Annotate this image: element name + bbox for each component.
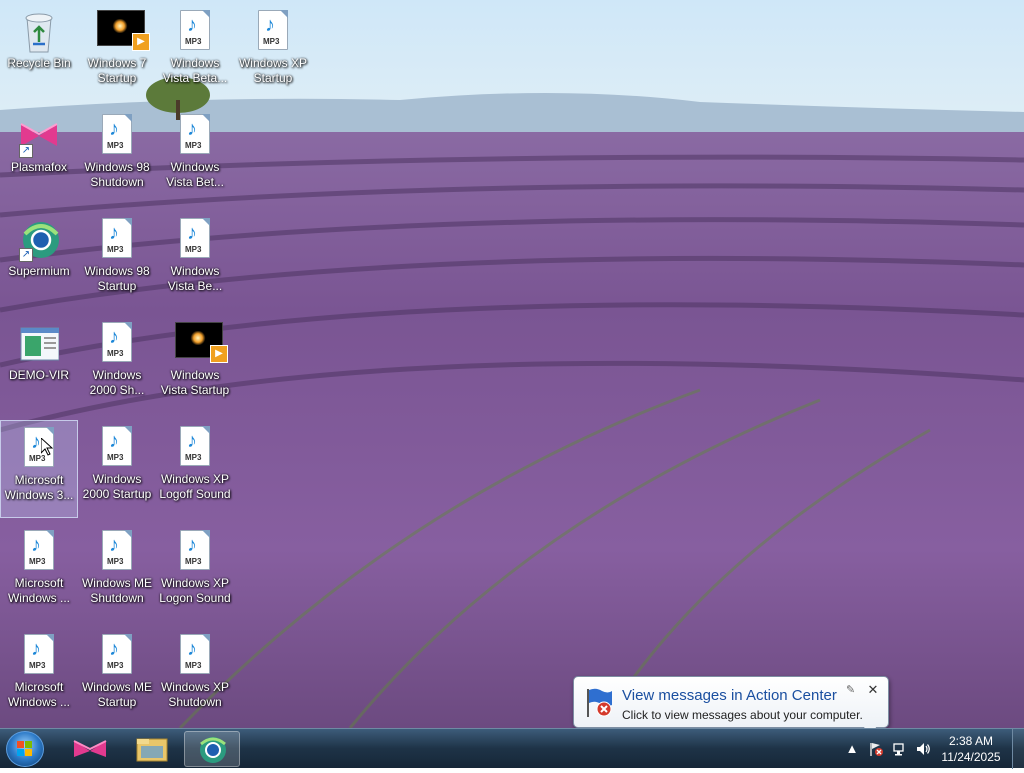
network-icon[interactable]	[892, 741, 908, 757]
taskbar-plasmafox[interactable]	[62, 731, 118, 767]
supermium-icon	[200, 737, 226, 763]
desktop-icon-label: Windows 2000 Startup	[82, 472, 152, 501]
mp3-file-icon: ♪ MP3	[19, 634, 59, 678]
supermium-icon: ↗	[19, 218, 59, 262]
start-button[interactable]	[6, 731, 44, 767]
mp3-file-icon: ♪ MP3	[97, 114, 137, 158]
clock-date: 11/24/2025	[941, 750, 1001, 764]
desktop-icon-label: Microsoft Windows 3...	[4, 473, 74, 502]
desktop-icon[interactable]: ♪ MP3 Windows 2000 Sh...	[78, 316, 156, 414]
taskbar-file-explorer[interactable]	[124, 731, 180, 767]
desktop-icon-label: Windows 98 Startup	[84, 264, 150, 293]
desktop-icon-label: Plasmafox	[10, 160, 68, 174]
desktop-icon-label: Windows 2000 Sh...	[89, 368, 145, 397]
desktop-icon-label: Windows Vista Beta...	[162, 56, 228, 85]
volume-icon[interactable]	[915, 741, 931, 757]
desktop-icon-label: Windows ME Startup	[81, 680, 152, 709]
desktop-icon[interactable]: ♪ MP3 Windows 98 Shutdown	[78, 108, 156, 206]
mp3-file-icon: ♪ MP3	[253, 10, 293, 54]
shortcut-arrow-icon: ↗	[19, 144, 33, 158]
notification-title[interactable]: View messages in Action Center	[622, 687, 837, 704]
windows-logo-icon	[17, 741, 32, 756]
desktop-icon[interactable]: ♪ MP3 Windows XP Shutdown	[156, 628, 234, 726]
mp3-file-icon: ♪ MP3	[175, 218, 215, 262]
desktop-icon[interactable]: ↗ Plasmafox	[0, 108, 78, 206]
desktop-icon[interactable]: ♪ MP3 Windows ME Shutdown	[78, 524, 156, 622]
folder-icon	[136, 738, 168, 762]
desktop-icon[interactable]: ▶ Windows 7 Startup	[78, 4, 156, 102]
mp3-file-icon: ♪ MP3	[97, 322, 137, 366]
desktop-icon-label: Recycle Bin	[7, 56, 71, 70]
desktop-icon-label: Windows ME Shutdown	[81, 576, 152, 605]
desktop-icon[interactable]: ♪ MP3 Microsoft Windows ...	[0, 524, 78, 622]
window-app-icon	[19, 322, 60, 366]
taskbar: ▲ 2:38 AM 11/24/2025	[0, 728, 1024, 769]
desktop-icon-label: Windows 7 Startup	[87, 56, 147, 85]
video-file-icon: ▶	[97, 10, 150, 54]
desktop-icon[interactable]: ♪ MP3 Windows 2000 Startup	[78, 420, 156, 518]
show-desktop-button[interactable]	[1012, 729, 1024, 769]
desktop-icon-label: Windows 98 Shutdown	[84, 160, 150, 189]
mp3-file-icon: ♪ MP3	[97, 634, 137, 678]
desktop-icon[interactable]: ↗ Supermium	[0, 212, 78, 310]
desktop-icon-label: Microsoft Windows ...	[7, 680, 70, 709]
desktop-icon-label: Windows Vista Be...	[167, 264, 223, 293]
mp3-file-icon: ♪ MP3	[175, 426, 215, 470]
show-hidden-icons-icon[interactable]: ▲	[844, 741, 860, 757]
desktop-icon[interactable]: DEMO-VIR	[0, 316, 78, 414]
desktop-icon-label: Windows XP Shutdown	[160, 680, 230, 709]
mp3-file-icon: ♪ MP3	[19, 530, 59, 574]
pin-icon[interactable]: ✎	[846, 683, 858, 697]
mp3-file-icon: ♪ MP3	[175, 10, 215, 54]
desktop-icon-label: Windows Vista Bet...	[166, 160, 224, 189]
action-center-notification[interactable]: View messages in Action Center Click to …	[573, 676, 889, 728]
desktop-icon[interactable]: ♪ MP3 Windows Vista Bet...	[156, 108, 234, 206]
desktop-icon-label: Microsoft Windows ...	[7, 576, 70, 605]
notification-body: Click to view messages about your comput…	[622, 708, 863, 722]
desktop-icon[interactable]: ♪ MP3 Windows XP Startup	[234, 4, 312, 102]
desktop-icon[interactable]: ♪ MP3 Windows Vista Be...	[156, 212, 234, 310]
mp3-file-icon: ♪ MP3	[175, 114, 215, 158]
shortcut-arrow-icon: ↗	[19, 248, 33, 262]
desktop-icon[interactable]: ♪ MP3 Windows XP Logon Sound	[156, 524, 234, 622]
plasmafox-icon	[73, 740, 107, 757]
plasmafox-icon: ↗	[19, 114, 59, 158]
desktop-icon-label: DEMO-VIR	[9, 368, 69, 382]
mp3-file-icon: ♪ MP3	[97, 218, 137, 262]
desktop-icon[interactable]: ♪ MP3 Windows Vista Beta...	[156, 4, 234, 102]
recycle-bin-icon	[19, 10, 59, 54]
desktop-icon[interactable]: ♪ MP3 Microsoft Windows ...	[0, 628, 78, 726]
clock[interactable]: 2:38 AM 11/24/2025	[936, 733, 1006, 765]
desktop[interactable]: Recycle Bin ▶ Windows 7 Startup ♪ MP3 Windows…	[0, 0, 1024, 728]
desktop-icon[interactable]: ♪ MP3 Windows 98 Startup	[78, 212, 156, 310]
mp3-file-icon: ♪ MP3	[97, 530, 137, 574]
desktop-icon-label: Windows Vista Startup	[160, 368, 230, 397]
action-center-flag-icon	[587, 688, 612, 717]
clock-time: 2:38 AM	[948, 734, 994, 748]
desktop-icon-label: Windows XP Startup	[238, 56, 308, 85]
mp3-file-icon: ♪ MP3	[175, 634, 215, 678]
video-file-icon: ▶	[175, 322, 228, 366]
desktop-icon[interactable]: ♪ MP3 Windows ME Startup	[78, 628, 156, 726]
desktop-icon[interactable]: ♪ MP3 Microsoft Windows 3...	[0, 420, 78, 518]
desktop-icon[interactable]: ♪ MP3 Windows XP Logoff Sound	[156, 420, 234, 518]
desktop-icon-label: Windows XP Logoff Sound	[159, 472, 231, 501]
mp3-file-icon: ♪ MP3	[97, 426, 137, 470]
mp3-file-icon: ♪ MP3	[19, 427, 59, 471]
desktop-icon[interactable]: ▶ Windows Vista Startup	[156, 316, 234, 414]
taskbar-supermium[interactable]	[184, 731, 240, 767]
close-icon[interactable]: ✕	[866, 683, 880, 697]
mouse-cursor-icon	[41, 438, 53, 456]
desktop-icon[interactable]: Recycle Bin	[0, 4, 78, 102]
action-center-tray-icon[interactable]	[868, 741, 884, 757]
desktop-icon-label: Supermium	[8, 264, 70, 278]
mp3-file-icon: ♪ MP3	[175, 530, 215, 574]
desktop-icon-label: Windows XP Logon Sound	[159, 576, 231, 605]
